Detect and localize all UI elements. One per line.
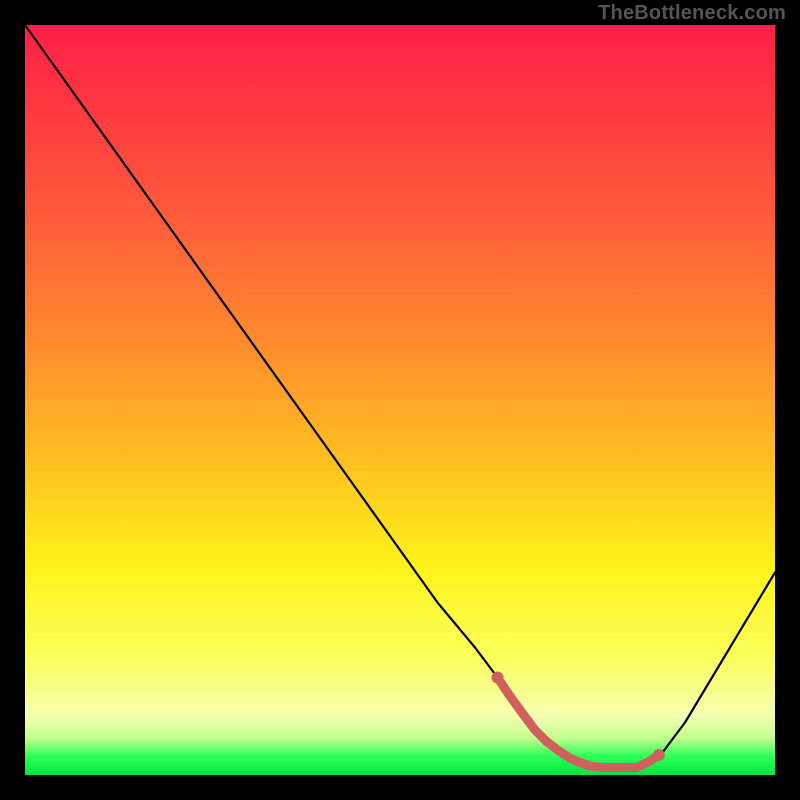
optimal-marker: [588, 763, 595, 770]
curve-layer: [25, 25, 775, 775]
chart-frame: TheBottleneck.com: [0, 0, 800, 800]
optimal-marker: [517, 707, 524, 714]
optimal-marker: [622, 764, 629, 771]
optimal-marker-end: [653, 749, 665, 761]
optimal-marker: [599, 764, 606, 771]
optimal-marker: [577, 759, 584, 766]
optimal-marker: [532, 727, 539, 734]
plot-area: [25, 25, 775, 775]
optimal-zone-markers: [492, 672, 665, 772]
optimal-marker-end: [492, 672, 504, 684]
optimal-band: [498, 678, 659, 768]
optimal-marker: [610, 764, 617, 771]
optimal-marker: [644, 759, 651, 766]
watermark-text: TheBottleneck.com: [598, 2, 786, 25]
optimal-marker: [505, 691, 512, 698]
optimal-marker: [565, 754, 572, 761]
optimal-marker: [633, 764, 640, 771]
optimal-marker: [554, 747, 561, 754]
bottleneck-curve: [25, 25, 775, 768]
optimal-marker: [543, 738, 550, 745]
